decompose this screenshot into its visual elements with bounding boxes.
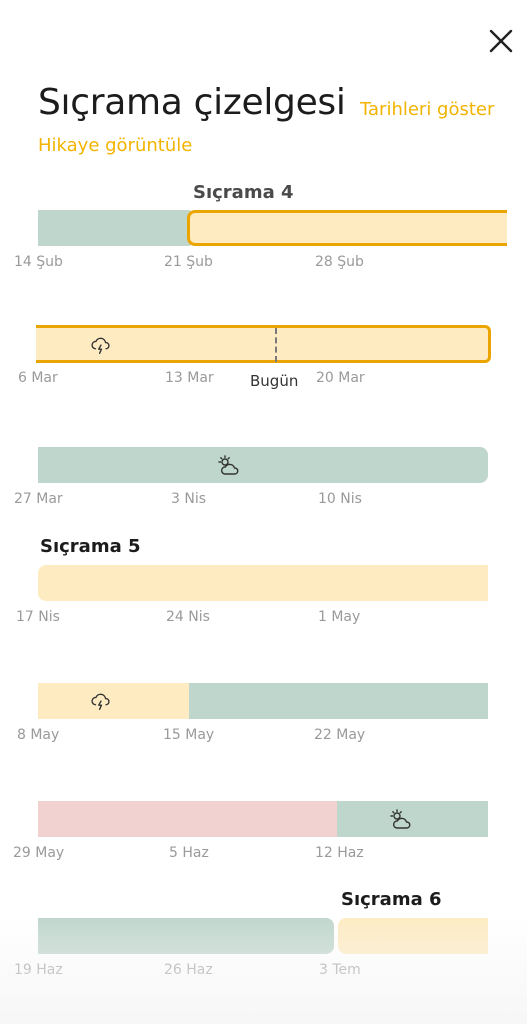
date-label: 5 Haz xyxy=(169,845,209,861)
stormy-period[interactable] xyxy=(38,801,338,837)
leap-label-5: Sıçrama 5 xyxy=(40,536,141,557)
date-label: 6 Mar xyxy=(18,370,58,386)
date-label: 8 May xyxy=(17,727,60,743)
date-label: 3 Nis xyxy=(171,491,207,507)
leap-period[interactable] xyxy=(38,565,488,601)
date-label: 21 Şub xyxy=(164,254,213,270)
date-label: 20 Mar xyxy=(316,370,365,386)
sun-behind-cloud-icon xyxy=(218,455,239,475)
date-label: 10 Nis xyxy=(318,491,362,507)
week-row: 19 Haz 26 Haz 3 Tem xyxy=(0,918,527,998)
leap-period[interactable] xyxy=(338,918,488,954)
date-label: 19 Haz xyxy=(14,962,63,978)
week-row: 27 Mar 3 Nis 10 Nis xyxy=(0,447,527,527)
week-row-current: 6 Mar 13 Mar Bugün 20 Mar xyxy=(0,325,527,406)
date-label: 17 Nis xyxy=(16,609,60,625)
calm-period[interactable] xyxy=(38,447,488,483)
date-label: 29 May xyxy=(13,845,65,861)
sun-behind-cloud-icon xyxy=(390,809,411,829)
date-label: 13 Mar xyxy=(165,370,214,386)
view-story-link[interactable]: Hikaye görüntüle xyxy=(38,135,192,156)
leap-label-4: Sıçrama 4 xyxy=(193,182,294,203)
date-label: 24 Nis xyxy=(166,609,210,625)
date-label: 12 Haz xyxy=(315,845,364,861)
calm-period[interactable] xyxy=(38,210,194,246)
leap-label-6: Sıçrama 6 xyxy=(341,889,442,910)
leap-period[interactable] xyxy=(38,683,190,719)
date-label: 28 Şub xyxy=(315,254,364,270)
page-title: Sıçrama çizelgesi xyxy=(38,82,346,123)
week-row: 8 May 15 May 22 May xyxy=(0,683,527,763)
today-label: Bugün xyxy=(250,372,299,390)
week-row: 29 May 5 Haz 12 Haz xyxy=(0,801,527,881)
date-label: 15 May xyxy=(163,727,215,743)
calm-period[interactable] xyxy=(38,918,334,954)
date-label: 22 May xyxy=(314,727,366,743)
date-label: 26 Haz xyxy=(164,962,213,978)
today-marker xyxy=(275,328,277,362)
calm-period[interactable] xyxy=(189,683,488,719)
date-label: 3 Tem xyxy=(319,962,361,978)
week-row: 17 Nis 24 Nis 1 May xyxy=(0,565,527,645)
close-button[interactable] xyxy=(486,26,516,56)
date-label: 27 Mar xyxy=(14,491,63,507)
show-dates-link[interactable]: Tarihleri göster xyxy=(360,99,494,120)
date-label: 14 Şub xyxy=(14,254,63,270)
stormy-cloud-icon xyxy=(91,337,110,355)
close-icon xyxy=(489,29,513,53)
stormy-cloud-icon xyxy=(91,693,110,711)
week-row: 14 Şub 21 Şub 28 Şub xyxy=(0,210,527,290)
leap-period[interactable] xyxy=(187,210,507,246)
date-label: 1 May xyxy=(318,609,361,625)
